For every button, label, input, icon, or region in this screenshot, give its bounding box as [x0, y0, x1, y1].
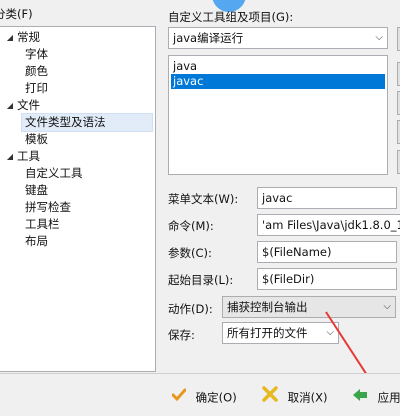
dialog-button-bar: 确定(O) 取消(X) 应用 — [0, 373, 400, 416]
cancel-button[interactable]: 取消(X) — [262, 385, 328, 409]
apply-button[interactable]: 应用 — [352, 385, 400, 409]
annotation-arrow — [325, 311, 383, 400]
ok-button[interactable]: 确定(O) — [171, 385, 237, 410]
close-icon — [262, 385, 278, 410]
apply-arrow-icon — [352, 386, 368, 410]
checkmark-icon — [171, 386, 187, 410]
